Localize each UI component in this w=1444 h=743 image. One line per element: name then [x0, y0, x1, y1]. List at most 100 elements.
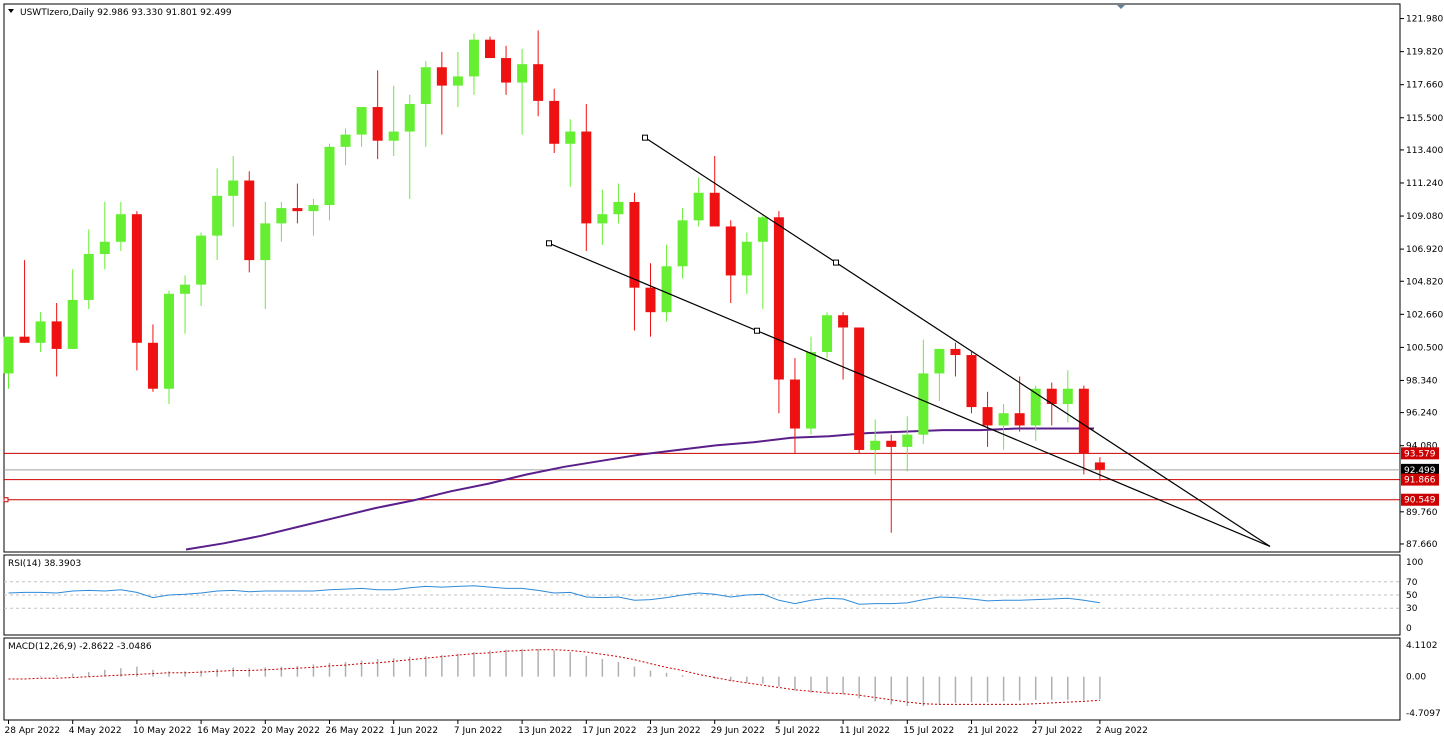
bull-candle [1062, 388, 1073, 405]
date-label: 13 Jun 2022 [518, 726, 572, 736]
date-label: 20 May 2022 [261, 726, 320, 736]
bear-candle [549, 100, 560, 144]
bull-candle [340, 134, 351, 147]
bull-candle [757, 217, 768, 242]
bear-candle [51, 321, 62, 349]
chevron-down-icon[interactable] [8, 9, 14, 13]
date-label: 28 Apr 2022 [5, 726, 61, 736]
bear-candle [645, 287, 656, 313]
date-label: 10 May 2022 [133, 726, 192, 736]
bear-candle [131, 214, 142, 343]
bull-candle [517, 64, 528, 83]
macd-panel [3, 637, 1401, 721]
level-handle [3, 497, 9, 503]
macd-layer [8, 648, 1101, 706]
bull-candle [196, 235, 207, 285]
macd-tick-label: 0.00 [1406, 673, 1426, 683]
bull-candle [806, 351, 816, 429]
bull-candle [420, 67, 431, 104]
trendline [548, 242, 1271, 547]
price-tick-label: 96.240 [1406, 409, 1438, 419]
date-label: 17 Jun 2022 [582, 726, 636, 736]
price-tick-label: 106.920 [1406, 245, 1443, 255]
bear-candle [436, 67, 447, 86]
trendline-handle [642, 134, 648, 141]
date-label: 11 Jul 2022 [839, 726, 890, 736]
bull-candle [693, 192, 704, 221]
bear-candle [292, 208, 303, 212]
rsi-tick-label: 0 [1406, 624, 1412, 634]
date-label: 23 Jun 2022 [647, 726, 701, 736]
bear-candle [886, 440, 897, 447]
bear-candle [725, 226, 736, 276]
rsi-tick-label: 50 [1406, 591, 1418, 601]
date-label: 7 Jun 2022 [454, 726, 502, 736]
trendline [644, 137, 1271, 547]
bull-candle [67, 299, 78, 349]
price-tick-label: 119.820 [1406, 48, 1443, 58]
bull-candle [356, 107, 367, 135]
date-label: 16 May 2022 [197, 726, 256, 736]
bear-candle [854, 327, 865, 450]
bull-candle [661, 266, 672, 313]
bull-candle [324, 146, 335, 206]
date-label: 15 Jul 2022 [903, 726, 954, 736]
bull-candle [3, 336, 14, 374]
moving-average-line [185, 427, 1094, 551]
price-tick-label: 111.240 [1406, 179, 1443, 189]
bear-candle [629, 201, 640, 288]
bull-candle [99, 241, 110, 255]
bear-candle [838, 315, 849, 328]
bull-candle [934, 348, 945, 374]
date-label: 29 Jun 2022 [711, 726, 765, 736]
price-layer [3, 30, 1400, 551]
bull-candle [452, 76, 463, 86]
bear-candle [533, 64, 544, 101]
bear-candle [581, 131, 592, 224]
bear-candle [501, 58, 512, 83]
rsi-tick-label: 70 [1406, 578, 1418, 588]
price-tick-label: 109.080 [1406, 212, 1443, 222]
bear-candle [982, 407, 993, 426]
bear-candle [485, 39, 495, 59]
price-tick-label: 89.760 [1406, 508, 1438, 518]
date-label: 5 Jul 2022 [775, 726, 820, 736]
date-label: 2 Aug 2022 [1096, 726, 1148, 736]
bull-candle [228, 180, 239, 196]
bull-candle [918, 373, 929, 435]
bear-candle [966, 355, 977, 408]
bull-candle [998, 413, 1009, 426]
bull-candle [404, 103, 415, 132]
bull-candle [35, 321, 46, 343]
price-tick-label: 102.660 [1406, 310, 1443, 320]
price-tick-label: 115.500 [1406, 114, 1443, 124]
bull-candle [902, 434, 913, 447]
bear-candle [709, 192, 720, 227]
price-tick-label: 98.340 [1406, 376, 1438, 386]
price-box-label: 93.579 [1404, 449, 1436, 459]
date-label: 27 Jul 2022 [1032, 726, 1083, 736]
rsi-title: RSI(14) 38.3903 [8, 559, 81, 569]
bear-candle [147, 342, 158, 389]
bear-candle [244, 180, 255, 261]
bull-candle [822, 315, 833, 352]
shift-marker-icon[interactable] [1117, 5, 1125, 9]
rsi-layer [4, 581, 1400, 609]
chart-canvas[interactable]: 121.980 119.820 117.660 115.500 113.400 111.2… [0, 0, 1444, 743]
rsi-tick-label: 100 [1406, 558, 1423, 568]
symbol-title: USWTIzero,Daily 92.986 93.330 91.801 92.… [20, 8, 232, 18]
bull-candle [468, 39, 479, 77]
trendline-handle [833, 259, 839, 266]
bear-candle [950, 348, 961, 356]
bull-candle [308, 205, 319, 212]
macd-title: MACD(12,26,9) -2.8622 -3.0486 [8, 642, 152, 652]
bear-candle [1094, 462, 1105, 470]
bear-candle [372, 107, 383, 141]
bull-candle [565, 131, 576, 144]
bull-candle [83, 254, 94, 300]
date-label: 26 May 2022 [326, 726, 385, 736]
trendline-handle [754, 327, 760, 334]
bull-candle [276, 208, 287, 224]
rsi-tick-label: 30 [1406, 604, 1418, 614]
bull-candle [597, 214, 608, 224]
